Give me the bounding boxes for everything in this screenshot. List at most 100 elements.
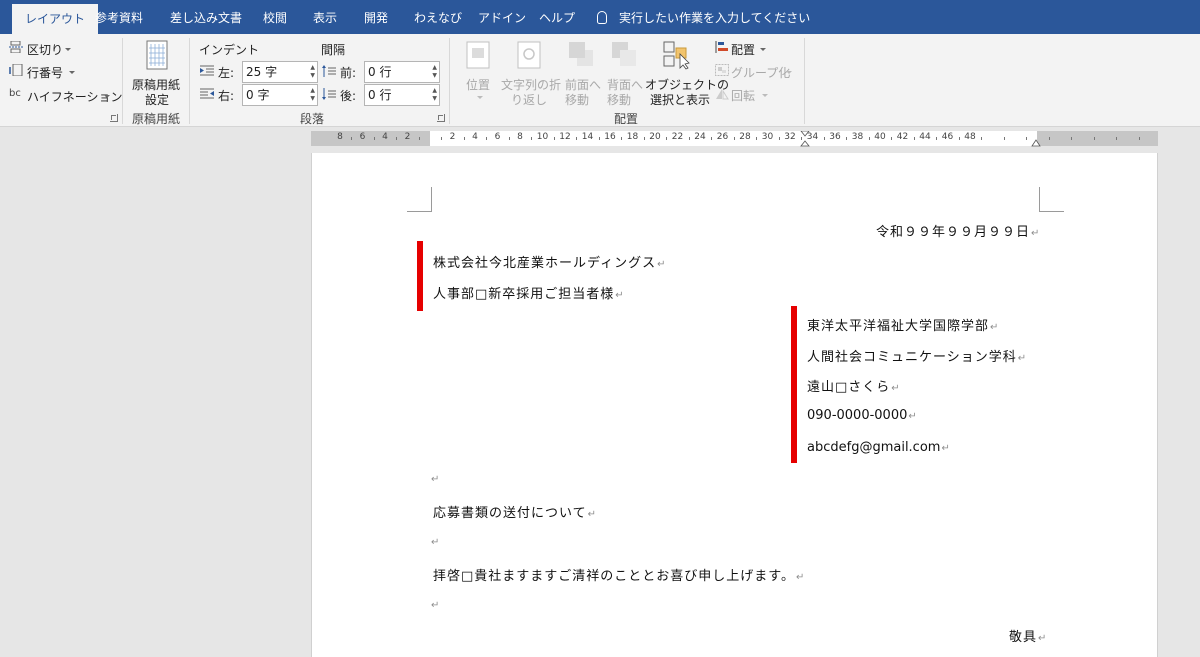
spin-down-icon[interactable]: ▼	[310, 72, 315, 80]
ruler-tick	[778, 137, 780, 140]
indent-right-label: 右:	[218, 89, 235, 103]
ruler-number: 2	[404, 132, 411, 142]
closing-line[interactable]: 敬具↵	[1009, 626, 1046, 645]
ruler-tick	[486, 137, 488, 140]
empty-line[interactable]: ↵	[430, 534, 439, 549]
ruler-tick	[576, 137, 578, 140]
document-page[interactable]: 令和９９年９９月９９日↵ 株式会社今北産業ホールディングス↵ 人事部□新卒採用ご…	[311, 153, 1158, 657]
rotate-dropdown-caret	[762, 94, 768, 97]
tab-mailings[interactable]: 差し込み文書	[170, 0, 242, 34]
spacing-before-value: 0 行	[368, 65, 392, 79]
ruler-tick	[508, 137, 510, 140]
indent-marker-icon[interactable]	[798, 131, 812, 147]
indent-left-input[interactable]: 25 字 ▲ ▼	[242, 61, 318, 83]
tab-waenavi[interactable]: わえなび	[414, 0, 462, 34]
spacing-after-input[interactable]: 0 行 ▲ ▼	[364, 84, 440, 106]
paragraph-mark-icon: ↵	[431, 537, 440, 548]
ruler-tick	[1048, 137, 1050, 140]
ruler-number: 48	[964, 132, 976, 142]
spin-down-icon[interactable]: ▼	[432, 95, 437, 103]
date-text: 令和９９年９９月９９日	[876, 225, 1031, 240]
breaks-dropdown-caret	[65, 48, 71, 51]
sender-phone-line[interactable]: 090-0000-0000↵	[807, 408, 917, 423]
position-icon	[466, 41, 490, 69]
ribbon: 区切り 行番号 bc ハイフネーション 原稿用紙 設定 原稿用紙 インデント 間…	[0, 34, 1200, 127]
ruler-tick	[396, 137, 398, 140]
group-separator	[189, 38, 190, 124]
ruler-tick	[891, 137, 893, 140]
ruler-number: 26	[716, 132, 729, 142]
tab-references[interactable]: 参考資料	[95, 0, 143, 34]
indent-heading: インデント	[199, 43, 260, 57]
align-label: 配置	[731, 43, 756, 57]
spin-up-icon[interactable]: ▲	[432, 87, 437, 95]
indent-left-label: 左:	[218, 66, 235, 80]
ruler-number: 8	[517, 132, 523, 142]
date-line[interactable]: 令和９９年９９月９９日↵	[876, 221, 1039, 240]
ruler-tick	[1026, 137, 1028, 140]
group-separator	[122, 38, 123, 124]
paragraph-launcher[interactable]	[437, 114, 445, 122]
paragraph-mark-icon: ↵	[891, 383, 900, 394]
spin-down-icon[interactable]: ▼	[432, 72, 437, 80]
spin-down-icon[interactable]: ▼	[310, 95, 315, 103]
line-numbers-icon	[9, 64, 23, 76]
line-numbers-label: 行番号	[27, 66, 64, 80]
spacing-before-label: 前:	[340, 66, 357, 80]
ruler-number: 44	[919, 132, 931, 142]
spin-up-icon[interactable]: ▲	[310, 87, 315, 95]
genko-button-line2: 設定	[145, 93, 170, 107]
indent-right-value: 0 字	[246, 88, 270, 102]
spin-up-icon[interactable]: ▲	[432, 64, 437, 72]
sender-university-line[interactable]: 東洋太平洋福祉大学国際学部↵	[807, 315, 998, 334]
recipient-company-line[interactable]: 株式会社今北産業ホールディングス↵	[433, 252, 665, 271]
ruler-number: 42	[896, 132, 909, 142]
sender-email: abcdefg@gmail.com	[807, 440, 941, 455]
sender-name-line[interactable]: 遠山□さくら↵	[807, 376, 900, 395]
tab-help[interactable]: ヘルプ	[539, 0, 575, 34]
ruler-tick	[418, 137, 420, 140]
sender-department-line[interactable]: 人間社会コミュニケーション学科↵	[807, 346, 1026, 365]
genko-group-label: 原稿用紙	[132, 112, 181, 126]
tab-view[interactable]: 表示	[313, 0, 337, 34]
ruler-tick	[531, 137, 533, 140]
ruler-number: 6	[494, 132, 501, 142]
right-indent-marker-icon[interactable]	[1029, 139, 1043, 147]
page-setup-launcher[interactable]	[110, 114, 118, 122]
paragraph-mark-icon: ↵	[431, 474, 440, 485]
spacing-before-input[interactable]: 0 行 ▲ ▼	[364, 61, 440, 83]
wrap-text-line2: り返し	[511, 93, 548, 107]
greeting: 拝啓□貴社ますますご清祥のこととお喜び申し上げます。	[433, 569, 795, 584]
tab-review[interactable]: 校閲	[263, 0, 287, 34]
tab-addins[interactable]: アドイン	[478, 0, 526, 34]
subject-line[interactable]: 応募書類の送付について↵	[433, 502, 596, 521]
empty-line[interactable]: ↵	[430, 597, 439, 612]
paragraph-mark-icon: ↵	[615, 290, 624, 301]
ruler-tick	[553, 137, 555, 140]
ruler-number: 16	[604, 132, 616, 142]
ruler-number: 2	[449, 132, 456, 142]
recipient-dept-line[interactable]: 人事部□新卒採用ご担当者様↵	[433, 283, 624, 302]
line-numbers-dropdown-caret	[69, 71, 75, 74]
indent-left-icon	[200, 65, 214, 76]
breaks-label: 区切り	[27, 43, 64, 57]
greeting-line[interactable]: 拝啓□貴社ますますご清祥のこととお喜び申し上げます。↵	[433, 565, 804, 584]
paragraph-mark-icon: ↵	[941, 443, 950, 454]
ruler-number: 12	[559, 132, 571, 142]
arrange-group-label: 配置	[614, 112, 639, 126]
indent-right-input[interactable]: 0 字 ▲ ▼	[242, 84, 318, 106]
sender-name: 遠山□さくら	[807, 380, 891, 395]
empty-line[interactable]: ↵	[430, 471, 439, 486]
recipient-highlight-bar	[417, 241, 423, 311]
tell-me-search[interactable]: 実行したい作業を入力してください	[597, 0, 810, 34]
ruler-number: 4	[382, 132, 388, 142]
sender-email-line[interactable]: abcdefg@gmail.com↵	[807, 440, 950, 455]
tab-developer[interactable]: 開発	[364, 0, 388, 34]
spin-up-icon[interactable]: ▲	[310, 64, 315, 72]
tab-layout[interactable]: レイアウト	[12, 4, 99, 34]
rotate-label: 回転	[731, 89, 756, 103]
indent-right-icon	[200, 88, 214, 99]
paragraph-mark-icon: ↵	[657, 259, 666, 270]
paragraph-mark-icon: ↵	[1031, 228, 1040, 239]
horizontal-ruler[interactable]: 8 6 4 2 2 4 6 8 10 12 14 16 18 20 22 24 26 28 30 32 34 36 38 40…	[311, 131, 1158, 147]
